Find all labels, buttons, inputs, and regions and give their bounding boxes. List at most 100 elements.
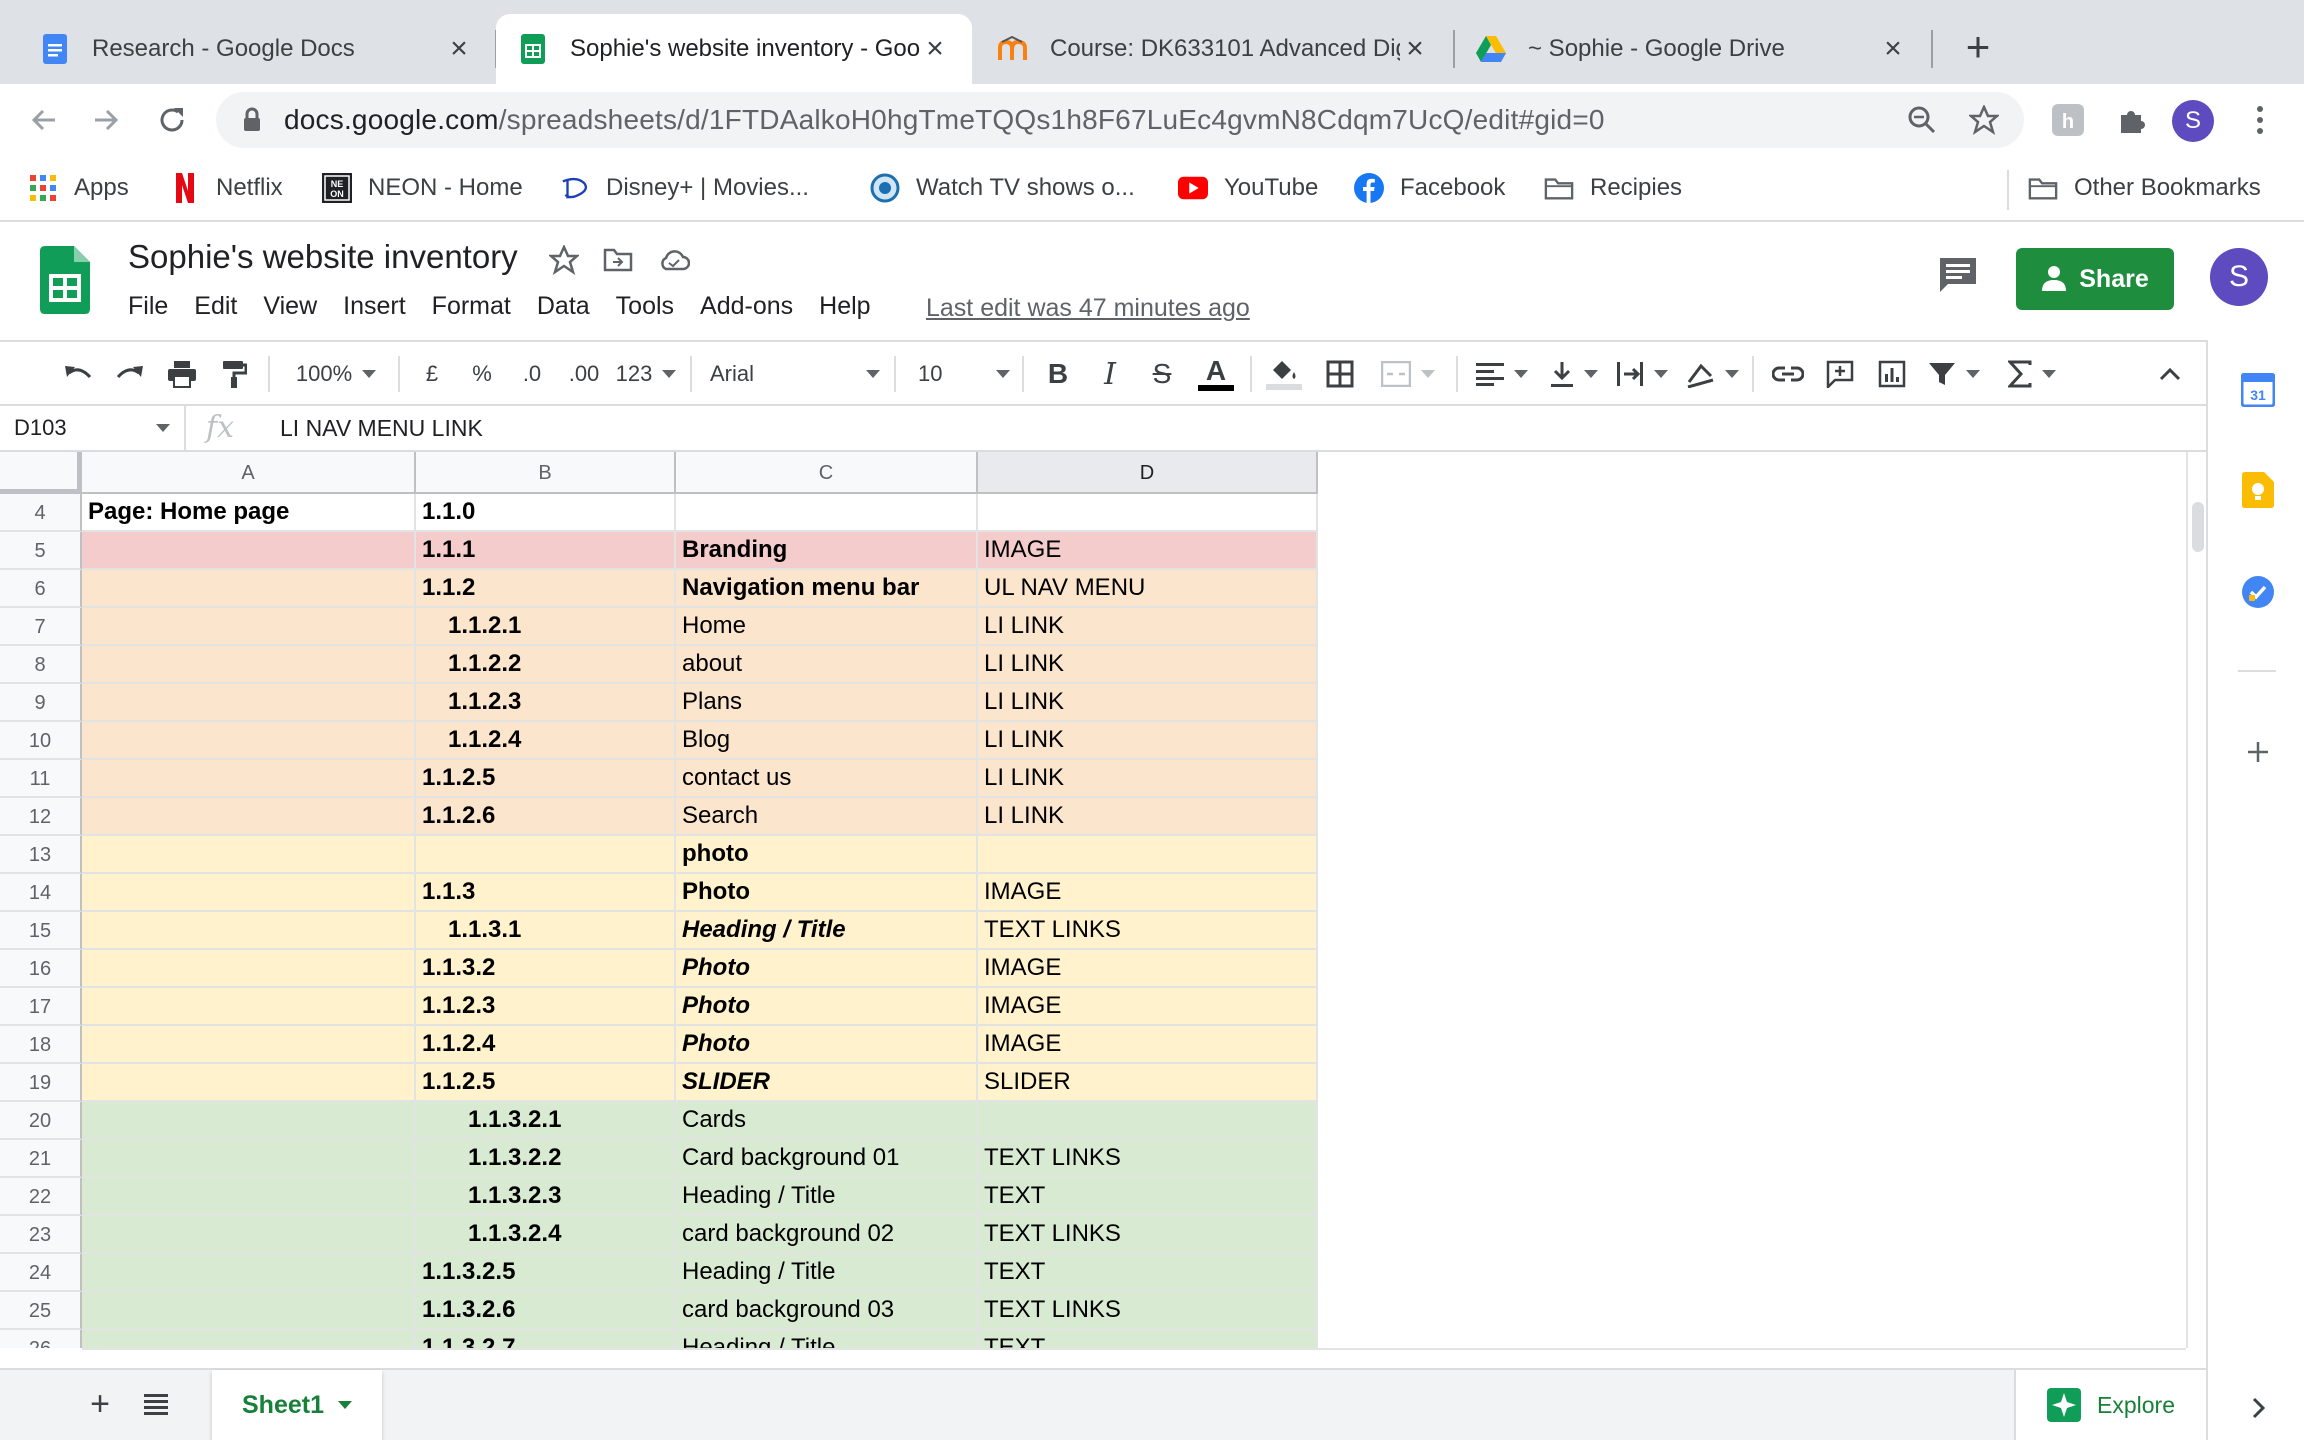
cell-d[interactable]: SLIDER <box>978 1064 1318 1102</box>
borders-icon[interactable] <box>1320 354 1360 394</box>
row-header[interactable]: 16 <box>0 950 82 988</box>
cell-a[interactable]: Page: Home page <box>82 494 416 532</box>
cell-a[interactable] <box>82 950 416 988</box>
cell-a[interactable] <box>82 874 416 912</box>
cell-c[interactable]: Blog <box>676 722 978 760</box>
cell-d[interactable]: TEXT <box>978 1330 1318 1348</box>
menu-help[interactable]: Help <box>819 292 870 321</box>
cell-d[interactable]: IMAGE <box>978 532 1318 570</box>
row-header[interactable]: 26 <box>0 1330 82 1348</box>
cell-b[interactable]: 1.1.3.2 <box>416 950 676 988</box>
cell-b[interactable]: 1.1.2.6 <box>416 798 676 836</box>
italic-button[interactable]: I <box>1092 354 1128 394</box>
forward-button[interactable] <box>84 98 128 142</box>
functions-icon[interactable] <box>2000 354 2064 394</box>
cell-b[interactable]: 1.1.3 <box>416 874 676 912</box>
cell-a[interactable] <box>82 532 416 570</box>
cell-d[interactable]: LI LINK <box>978 646 1318 684</box>
cell-b[interactable] <box>416 836 676 874</box>
cell-a[interactable] <box>82 836 416 874</box>
cell-b[interactable]: 1.1.3.2.3 <box>416 1178 676 1216</box>
column-header-d[interactable]: D <box>978 452 1318 494</box>
bookmark-facebook[interactable]: Facebook <box>1354 166 1505 210</box>
cell-a[interactable] <box>82 684 416 722</box>
add-sheet-icon[interactable]: + <box>80 1384 120 1424</box>
cell-b[interactable]: 1.1.2.1 <box>416 608 676 646</box>
menu-addons[interactable]: Add-ons <box>700 292 793 321</box>
cell-a[interactable] <box>82 1216 416 1254</box>
font-size-select[interactable]: 10 <box>918 354 1010 394</box>
cell-c[interactable]: Search <box>676 798 978 836</box>
zoom-select[interactable]: 100% <box>284 354 388 394</box>
row-header[interactable]: 24 <box>0 1254 82 1292</box>
increase-decimals-button[interactable]: .00 <box>562 354 606 394</box>
cell-d[interactable]: IMAGE <box>978 874 1318 912</box>
row-header[interactable]: 4 <box>0 494 82 532</box>
row-header[interactable]: 19 <box>0 1064 82 1102</box>
bookmark-recipies[interactable]: Recipies <box>1544 166 1682 210</box>
decrease-decimals-button[interactable]: .0 <box>512 354 552 394</box>
cell-d[interactable]: LI LINK <box>978 760 1318 798</box>
bookmark-netflix[interactable]: Netflix <box>170 166 283 210</box>
cell-a[interactable] <box>82 912 416 950</box>
cell-d[interactable]: TEXT <box>978 1178 1318 1216</box>
move-folder-icon[interactable] <box>600 242 636 278</box>
row-header[interactable]: 8 <box>0 646 82 684</box>
cell-b[interactable]: 1.1.2.3 <box>416 684 676 722</box>
close-icon[interactable]: × <box>1878 34 1908 64</box>
cell-b[interactable]: 1.1.2.5 <box>416 1064 676 1102</box>
column-header-a[interactable]: A <box>82 452 416 494</box>
cell-b[interactable]: 1.1.1 <box>416 532 676 570</box>
percent-format-button[interactable]: % <box>464 354 500 394</box>
cell-c[interactable]: Photo <box>676 950 978 988</box>
cell-b[interactable]: 1.1.2 <box>416 570 676 608</box>
row-header[interactable]: 15 <box>0 912 82 950</box>
row-header[interactable]: 9 <box>0 684 82 722</box>
row-header[interactable]: 13 <box>0 836 82 874</box>
row-header[interactable]: 11 <box>0 760 82 798</box>
cell-a[interactable] <box>82 608 416 646</box>
cell-b[interactable]: 1.1.3.1 <box>416 912 676 950</box>
cell-b[interactable]: 1.1.2.3 <box>416 988 676 1026</box>
cell-a[interactable] <box>82 988 416 1026</box>
formula-input[interactable]: LI NAV MENU LINK <box>280 415 483 442</box>
cell-d[interactable]: IMAGE <box>978 988 1318 1026</box>
cell-c[interactable]: Photo <box>676 874 978 912</box>
cell-b[interactable]: 1.1.3.2.4 <box>416 1216 676 1254</box>
row-header[interactable]: 5 <box>0 532 82 570</box>
star-icon[interactable] <box>546 242 582 278</box>
zoom-icon[interactable] <box>1904 102 1940 138</box>
cell-c[interactable]: about <box>676 646 978 684</box>
reload-button[interactable] <box>150 98 194 142</box>
more-formats-select[interactable]: 123 <box>614 354 678 394</box>
font-family-select[interactable]: Arial <box>710 354 880 394</box>
print-icon[interactable] <box>162 354 202 394</box>
account-avatar[interactable]: S <box>2210 248 2268 306</box>
cell-d[interactable] <box>978 836 1318 874</box>
browser-profile-avatar[interactable]: S <box>2172 100 2214 142</box>
cell-d[interactable]: LI LINK <box>978 684 1318 722</box>
row-header[interactable]: 17 <box>0 988 82 1026</box>
cell-b[interactable]: 1.1.2.4 <box>416 722 676 760</box>
collapse-toolbar-icon[interactable] <box>2150 354 2190 394</box>
close-icon[interactable]: × <box>1400 34 1430 64</box>
cell-a[interactable] <box>82 646 416 684</box>
cell-b[interactable]: 1.1.3.2.2 <box>416 1140 676 1178</box>
cell-c[interactable]: Navigation menu bar <box>676 570 978 608</box>
spreadsheet-grid[interactable]: A B C D 4 Page: Home page 1.1.0 5 1.1.1 Brand… <box>0 452 2186 1348</box>
select-all-corner[interactable] <box>0 452 82 494</box>
cell-c[interactable]: Card background 01 <box>676 1140 978 1178</box>
bookmark-star-icon[interactable] <box>1966 102 2002 138</box>
menu-format[interactable]: Format <box>432 292 511 321</box>
cell-d[interactable]: IMAGE <box>978 950 1318 988</box>
row-header[interactable]: 14 <box>0 874 82 912</box>
redo-icon[interactable] <box>110 354 150 394</box>
cell-c[interactable]: Heading / Title <box>676 1254 978 1292</box>
cell-b[interactable]: 1.1.2.2 <box>416 646 676 684</box>
row-header[interactable]: 18 <box>0 1026 82 1064</box>
cell-d[interactable]: TEXT LINKS <box>978 1140 1318 1178</box>
bookmark-disney[interactable]: Disney+ | Movies... <box>560 166 809 210</box>
column-header-b[interactable]: B <box>416 452 676 494</box>
cell-c[interactable]: card background 02 <box>676 1216 978 1254</box>
row-header[interactable]: 12 <box>0 798 82 836</box>
